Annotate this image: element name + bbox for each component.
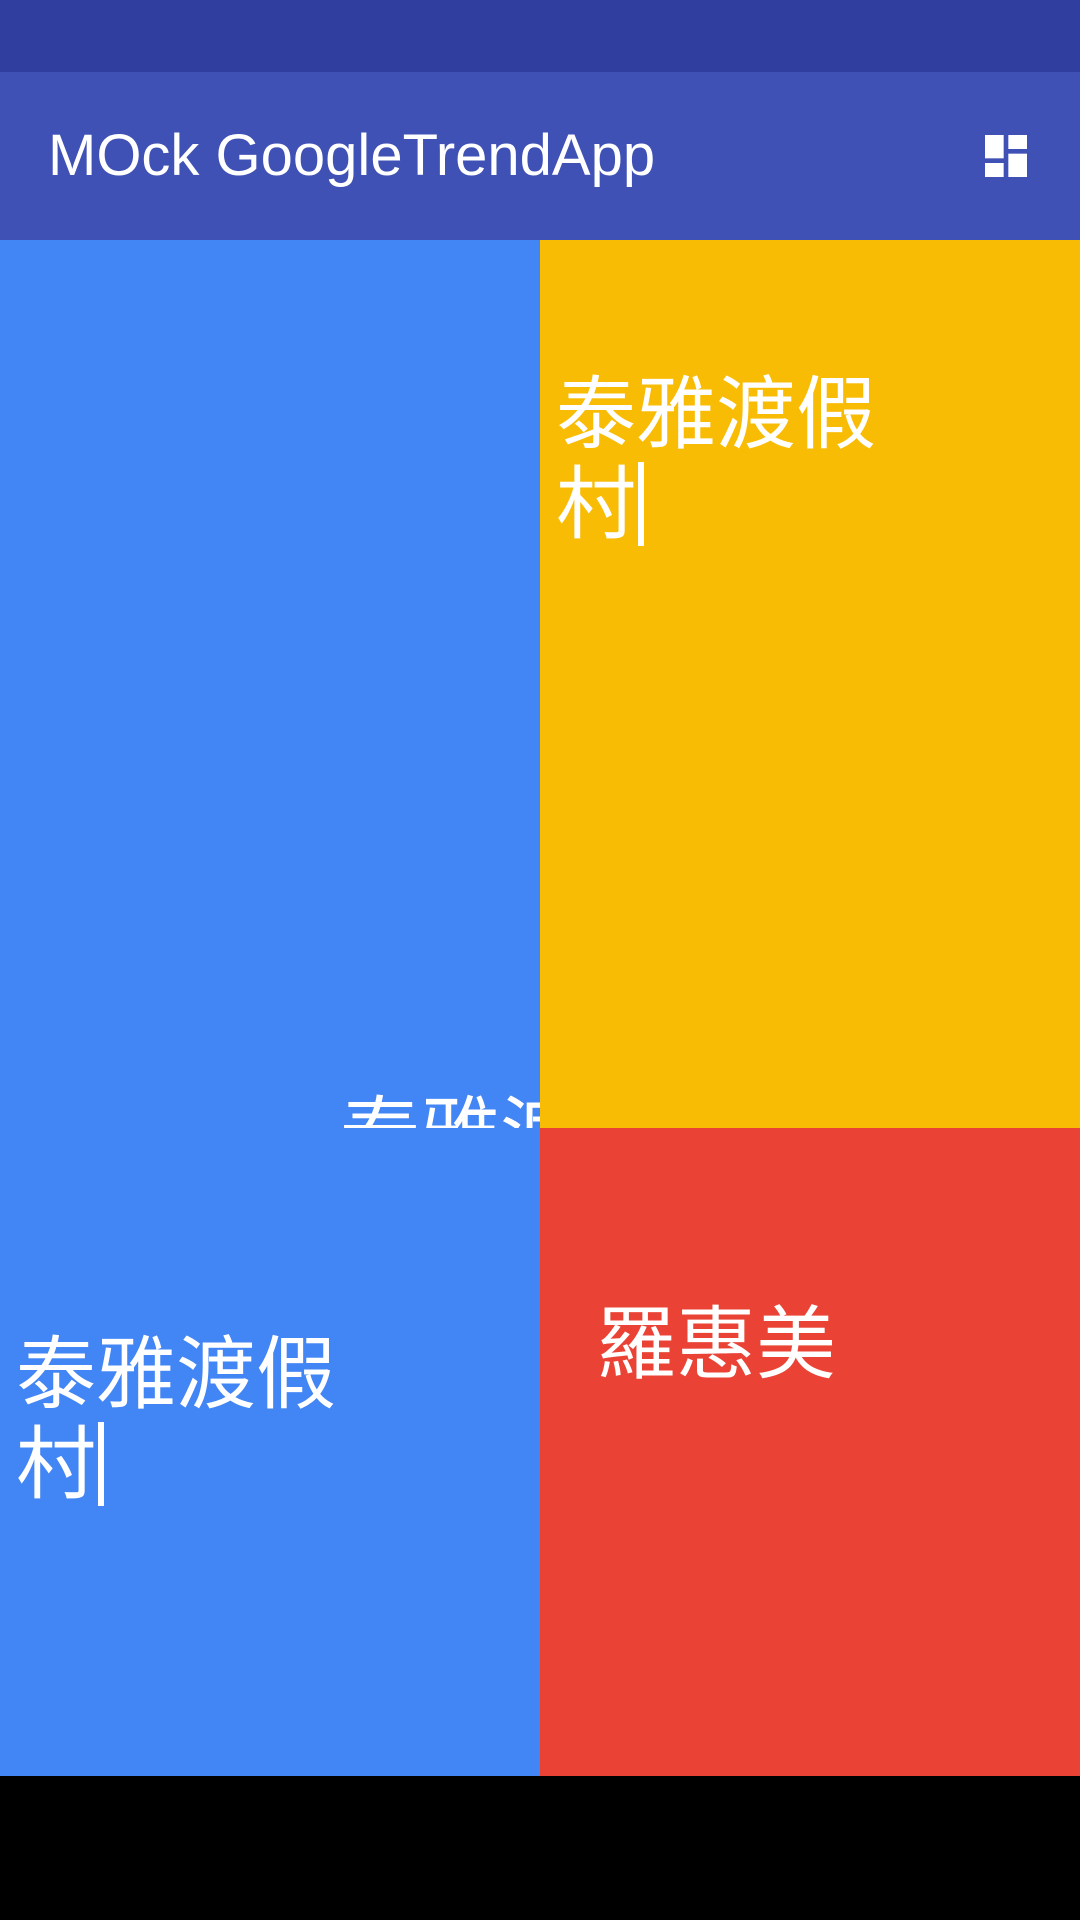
trend-tile-red[interactable]: 羅惠美	[540, 1128, 1080, 1776]
typing-caret	[98, 1422, 104, 1506]
dashboard-layout-icon	[985, 135, 1027, 177]
incoming-term-window: 泰雅渡	[330, 1070, 540, 1129]
app-bar: MOck GoogleTrendApp	[0, 72, 1080, 240]
app-title: MOck GoogleTrendApp	[48, 123, 656, 188]
trend-term-text: 羅惠美	[596, 1298, 836, 1391]
trend-grid: 泰雅渡 泰雅渡假村 泰雅渡假村 羅惠美	[0, 240, 1080, 1776]
status-bar	[0, 0, 1080, 72]
layout-toggle-button[interactable]	[970, 120, 1042, 192]
trend-term-text: 泰雅渡假村	[556, 368, 876, 551]
typing-caret	[638, 462, 644, 546]
incoming-trend-term: 泰雅渡	[340, 1090, 540, 1129]
trend-tile-yellow[interactable]: 泰雅渡假村	[540, 240, 1080, 1128]
trend-term-text: 泰雅渡假村	[16, 1328, 336, 1511]
trend-tile-blue[interactable]: 泰雅渡 泰雅渡假村	[0, 240, 540, 1776]
